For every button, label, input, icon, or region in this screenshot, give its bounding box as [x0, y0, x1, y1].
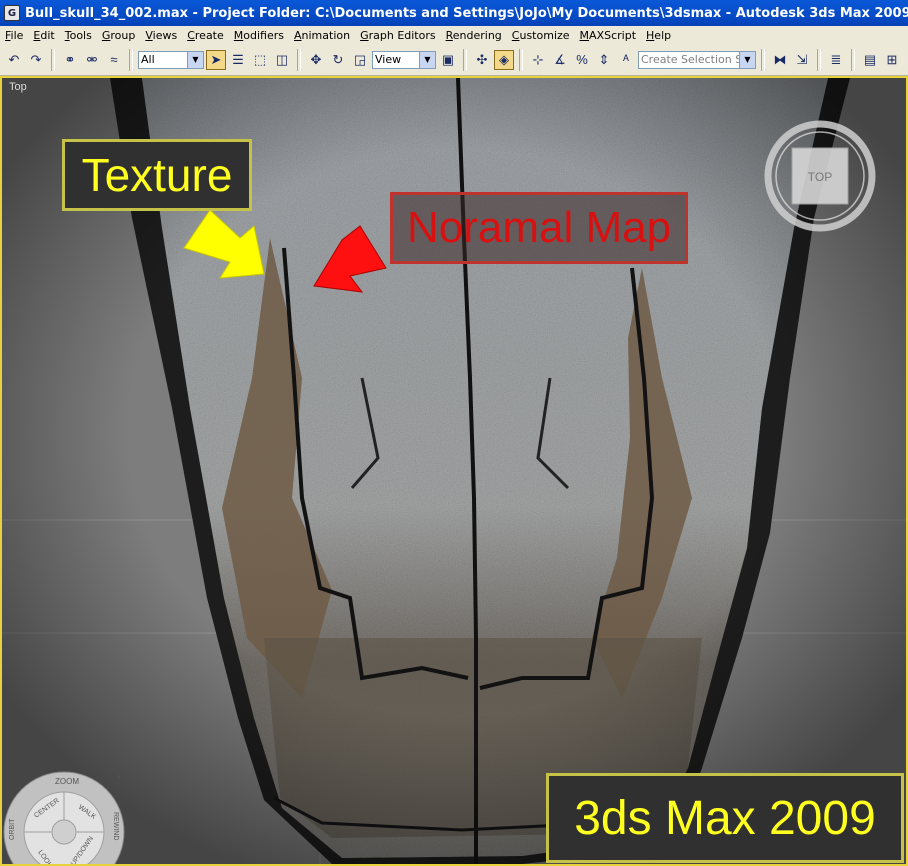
version-callout: 3ds Max 2009 — [546, 773, 904, 863]
percent-snap-icon[interactable]: % — [572, 50, 592, 70]
menu-graph-editors[interactable]: Graph Editors — [355, 29, 441, 42]
menu-group[interactable]: Group — [97, 29, 141, 42]
viewcube-face-label: TOP — [808, 170, 832, 184]
select-manipulate-icon[interactable]: ✣ — [472, 50, 492, 70]
rectangular-selection-icon[interactable]: ⬚ — [250, 50, 270, 70]
menu-modifiers[interactable]: Modifiers — [229, 29, 289, 42]
select-object-icon[interactable]: ➤ — [206, 49, 226, 70]
unlink-selection-icon[interactable]: ⚮ — [82, 50, 102, 70]
toolbar-divider — [519, 48, 523, 71]
wheel-zoom-label[interactable]: ZOOM — [55, 777, 79, 786]
select-and-move-icon[interactable]: ✥ — [306, 50, 326, 70]
pivot-center-icon[interactable]: ▣ — [438, 50, 458, 70]
menu-animation[interactable]: Animation — [289, 29, 355, 42]
menu-edit[interactable]: Edit — [28, 29, 59, 42]
curve-editor-icon[interactable]: ▤ — [860, 50, 880, 70]
reference-coordinate-value: View — [375, 53, 402, 66]
menu-help[interactable]: Help — [641, 29, 676, 42]
chevron-down-icon: ▼ — [739, 51, 755, 68]
viewcube-icon[interactable]: TOP — [762, 118, 878, 234]
wheel-rewind-label[interactable]: REWIND — [112, 812, 119, 840]
toolbar-divider — [761, 48, 765, 71]
select-and-link-icon[interactable]: ⚭ — [60, 50, 80, 70]
named-selection-placeholder: Create Selection Set — [641, 53, 754, 66]
normal-map-callout: Noramal Map — [390, 192, 688, 264]
reference-coordinate-dropdown[interactable]: View ▼ — [372, 50, 436, 69]
menu-bar: File Edit Tools Group Views Create Modif… — [0, 26, 908, 44]
menu-create[interactable]: Create — [182, 29, 229, 42]
viewport-label[interactable]: Top — [9, 81, 27, 93]
menu-customize[interactable]: Customize — [507, 29, 575, 42]
bind-to-space-warp-icon[interactable]: ≈ — [104, 50, 124, 70]
top-viewport[interactable]: Top Texture Noramal Map 3ds Max 2009 TOP… — [0, 76, 908, 866]
window-title: Bull_skull_34_002.max - Project Folder: … — [25, 5, 908, 21]
layer-manager-icon[interactable]: ≣ — [826, 50, 846, 70]
align-icon[interactable]: ⇲ — [792, 50, 812, 70]
close-icon[interactable]: × — [116, 772, 121, 782]
menu-file[interactable]: File — [0, 29, 28, 42]
select-and-scale-icon[interactable]: ◲ — [350, 50, 370, 70]
menu-maxscript[interactable]: MAXScript — [575, 29, 641, 42]
menu-rendering[interactable]: Rendering — [441, 29, 507, 42]
normal-map-callout-text: Noramal Map — [406, 203, 672, 252]
select-by-name-icon[interactable]: ☰ — [228, 50, 248, 70]
chevron-down-icon: ▼ — [187, 51, 203, 68]
window-crossing-icon[interactable]: ◫ — [272, 50, 292, 70]
toolbar-divider — [463, 48, 467, 71]
toolbar-divider — [297, 48, 301, 71]
redo-icon[interactable]: ↷ — [26, 50, 46, 70]
selection-filter-dropdown[interactable]: All ▼ — [138, 50, 204, 69]
edit-named-selection-icon[interactable]: ᴬ — [616, 50, 636, 70]
chevron-down-icon: ▼ — [419, 51, 435, 68]
title-bar: G Bull_skull_34_002.max - Project Folder… — [0, 0, 908, 26]
app-icon[interactable]: G — [4, 5, 20, 21]
keyboard-shortcut-override-icon[interactable]: ◈ — [494, 49, 514, 70]
schematic-view-icon[interactable]: ⊞ — [882, 50, 902, 70]
mirror-icon[interactable]: ⧓ — [770, 50, 790, 70]
toolbar-divider — [129, 48, 133, 71]
texture-callout-text: Texture — [81, 149, 233, 201]
spinner-snap-icon[interactable]: ⇕ — [594, 50, 614, 70]
selection-filter-value: All — [141, 53, 155, 66]
menu-views[interactable]: Views — [140, 29, 182, 42]
snaps-toggle-icon[interactable]: ⊹ — [528, 50, 548, 70]
texture-callout: Texture — [62, 139, 252, 211]
menu-tools[interactable]: Tools — [60, 29, 97, 42]
version-callout-text: 3ds Max 2009 — [574, 791, 876, 845]
toolbar-divider — [817, 48, 821, 71]
main-toolbar: ↶ ↷ ⚭ ⚮ ≈ All ▼ ➤ ☰ ⬚ ◫ ✥ ↻ ◲ View ▼ ▣ ✣… — [0, 44, 908, 76]
select-and-rotate-icon[interactable]: ↻ — [328, 50, 348, 70]
named-selection-set-dropdown[interactable]: Create Selection Set ▼ — [638, 50, 756, 69]
angle-snap-icon[interactable]: ∡ — [550, 50, 570, 70]
undo-icon[interactable]: ↶ — [4, 50, 24, 70]
toolbar-divider — [51, 48, 55, 71]
toolbar-divider — [851, 48, 855, 71]
wheel-orbit-label[interactable]: ORBIT — [9, 818, 16, 840]
steering-wheel[interactable]: ZOOM ORBIT REWIND CENTER WALK LOOK UP/DO… — [2, 770, 130, 866]
